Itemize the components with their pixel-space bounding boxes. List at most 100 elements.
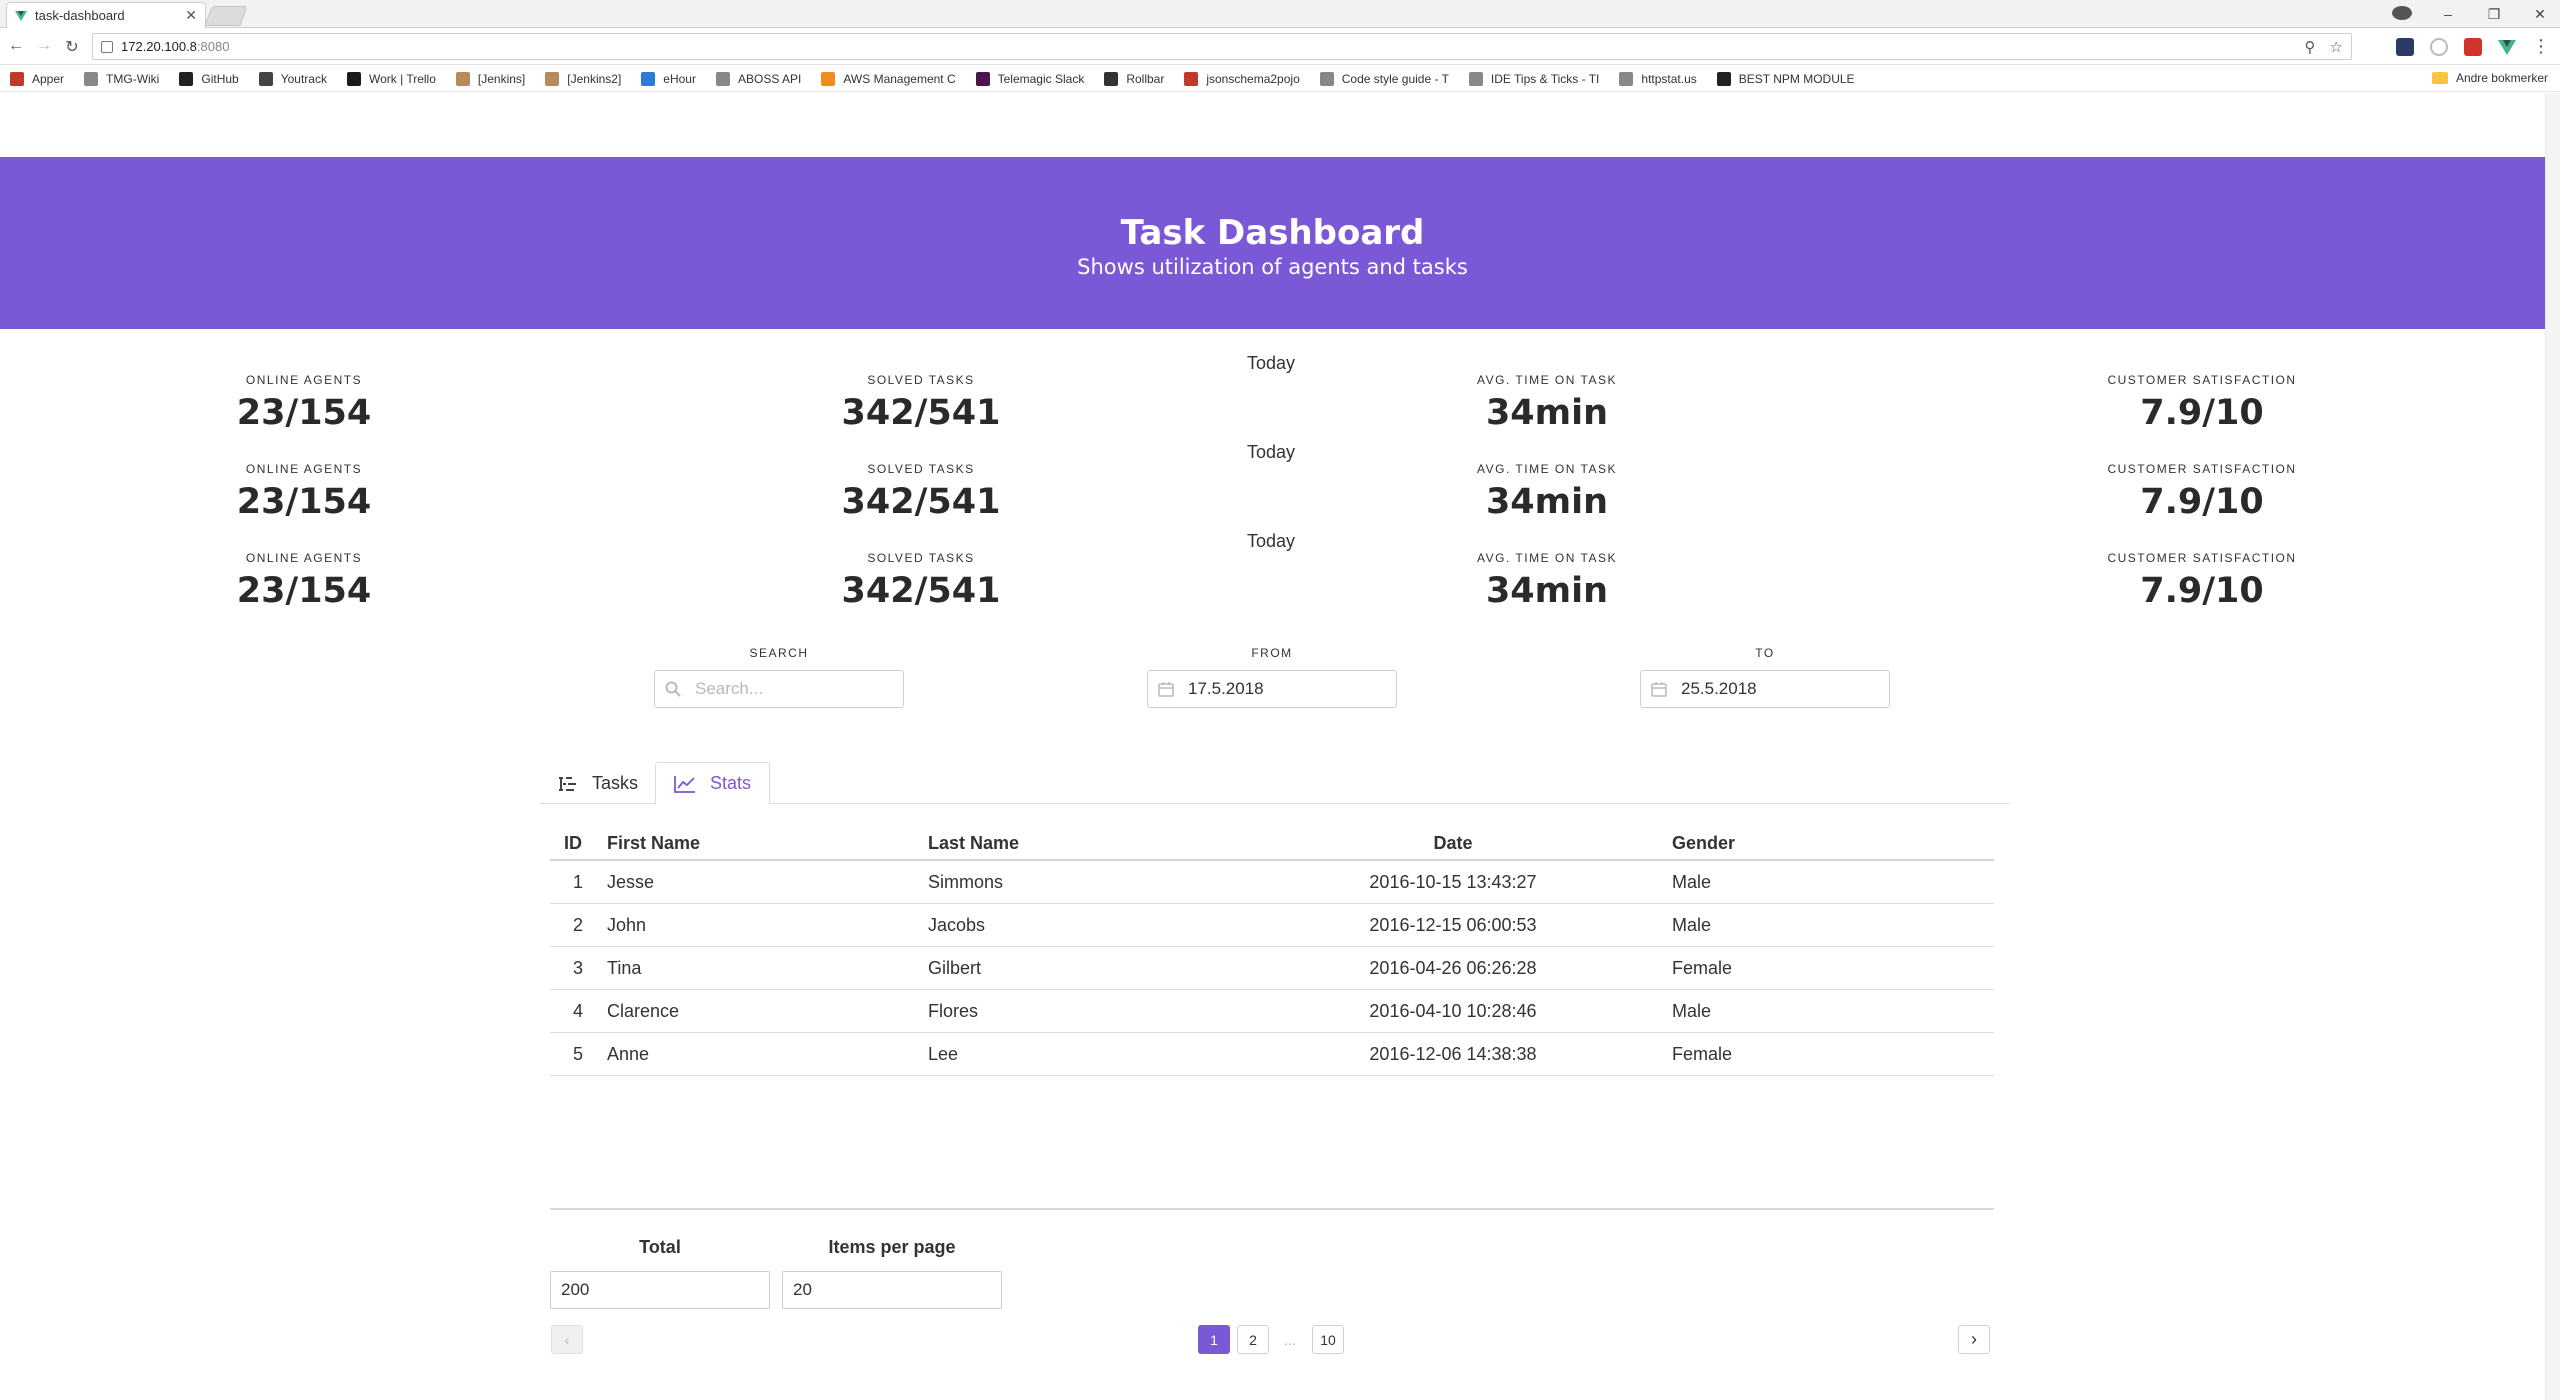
items-per-page-input[interactable]: 20 — [782, 1271, 1002, 1309]
tab-tasks[interactable]: Tasks — [540, 762, 656, 805]
cell-gender: Male — [1672, 1000, 1712, 1021]
page-button-10[interactable]: 10 — [1312, 1325, 1344, 1354]
close-tab-icon[interactable]: ✕ — [185, 7, 197, 24]
minimize-icon[interactable]: – — [2438, 6, 2458, 22]
bookmark-item[interactable]: ABOSS API — [715, 71, 801, 86]
table-row[interactable]: 1 Jesse Simmons 2016-10-15 13:43:27 Male — [550, 861, 1994, 904]
bookmark-item[interactable]: Rollbar — [1104, 71, 1164, 86]
close-window-icon[interactable]: ✕ — [2530, 6, 2550, 23]
stat-label: SOLVED TASKS — [867, 462, 975, 476]
tab-tasks-label: Tasks — [592, 773, 639, 793]
cell-gender: Female — [1672, 1043, 1733, 1064]
total-input[interactable]: 200 — [550, 1271, 770, 1309]
search-input[interactable] — [695, 679, 875, 699]
bookmark-item[interactable]: GitHub — [179, 71, 239, 86]
search-filter: SEARCH — [654, 646, 904, 708]
github-icon — [179, 71, 194, 86]
menu-kebab-icon[interactable]: ⋮ — [2532, 36, 2550, 57]
bookmarks-bar: Apper TMG-Wiki GitHub Youtrack Work | Trello… — [0, 66, 2560, 92]
prev-page-button[interactable]: ‹ — [551, 1325, 583, 1354]
search-box[interactable] — [654, 670, 904, 708]
extension-circle-icon[interactable] — [2430, 37, 2448, 56]
total-label: Total — [639, 1237, 681, 1257]
period-label: Today — [1246, 353, 1296, 373]
calendar-icon — [1158, 681, 1174, 697]
period-label: Today — [1246, 442, 1296, 462]
stat-card: ONLINE AGENTS 23/154 — [104, 551, 504, 611]
cell-date: 2016-10-15 13:43:27 — [1369, 871, 1537, 892]
other-bookmarks[interactable]: Andre bokmerker — [2431, 71, 2548, 85]
next-page-button[interactable]: › — [1958, 1325, 1990, 1354]
stat-label: ONLINE AGENTS — [245, 373, 363, 387]
back-icon[interactable]: ← — [6, 37, 26, 55]
url-field[interactable]: 172.20.100.8:8080 ⚲ ☆ — [92, 33, 2352, 60]
restore-icon[interactable]: ❐ — [2484, 6, 2504, 23]
stat-card: AVG. TIME ON TASK 34min — [1347, 462, 1747, 522]
stat-label: CUSTOMER SATISFACTION — [2107, 373, 2297, 387]
bookmark-item[interactable]: Telemagic Slack — [975, 71, 1085, 86]
tab-stats[interactable]: Stats — [655, 762, 771, 805]
bookmark-item[interactable]: AWS Management C — [821, 71, 956, 86]
col-header-first-name[interactable]: First Name — [607, 833, 928, 854]
ublock-icon[interactable] — [2464, 37, 2482, 56]
page-title: Task Dashboard — [1120, 213, 1425, 253]
from-label: FROM — [1251, 646, 1293, 660]
zoom-icon[interactable]: ⚲ — [2305, 38, 2316, 56]
bookmark-label: IDE Tips & Ticks - TI — [1490, 71, 1600, 86]
address-bar: ← → ↻ 172.20.100.8:8080 ⚲ ☆ ⋮ — [0, 29, 2560, 65]
bookmark-item[interactable]: [Jenkins2] — [545, 71, 621, 86]
extension-icon[interactable] — [2396, 37, 2414, 56]
from-date-field[interactable]: 17.5.2018 — [1147, 670, 1397, 708]
vue-logo-icon — [15, 10, 27, 21]
stat-card: AVG. TIME ON TASK 34min — [1347, 373, 1747, 433]
bookmark-item[interactable]: Work | Trello — [346, 71, 436, 86]
bookmark-item[interactable]: jsonschema2pojo — [1184, 71, 1300, 86]
url-port: :8080 — [196, 39, 230, 54]
stats-row: Today ONLINE AGENTS 23/154 SOLVED TASKS 342/… — [0, 531, 2545, 619]
bookmark-label: httpstat.us — [1641, 71, 1697, 86]
items-per-page-field: Items per page 20 — [782, 1237, 1002, 1309]
page-info-icon[interactable] — [101, 40, 113, 53]
stat-value: 34min — [1485, 482, 1609, 522]
stat-label: AVG. TIME ON TASK — [1477, 551, 1617, 565]
col-header-id[interactable]: ID — [550, 833, 607, 854]
reload-icon[interactable]: ↻ — [62, 37, 82, 57]
bookmark-item[interactable]: Youtrack — [258, 71, 327, 86]
col-header-last-name[interactable]: Last Name — [928, 833, 1306, 854]
window-controls: – ❐ ✕ — [2392, 2, 2550, 26]
vue-devtools-icon[interactable] — [2498, 37, 2516, 56]
col-header-date[interactable]: Date — [1306, 833, 1600, 854]
stat-value: 342/541 — [841, 482, 1001, 522]
page-scrollbar[interactable] — [2545, 93, 2560, 1400]
bookmark-item[interactable]: [Jenkins] — [455, 71, 525, 86]
table-row[interactable]: 4 Clarence Flores 2016-04-10 10:28:46 Male — [550, 990, 1994, 1033]
stat-value: 23/154 — [236, 571, 372, 611]
bookmark-item[interactable]: BEST NPM MODULE — [1716, 71, 1855, 86]
page-button-1[interactable]: 1 — [1198, 1325, 1230, 1354]
stat-value: 342/541 — [841, 571, 1001, 611]
bookmark-item[interactable]: TMG-Wiki — [84, 71, 159, 86]
new-tab-button[interactable] — [204, 6, 248, 26]
table-row[interactable]: 2 John Jacobs 2016-12-15 06:00:53 Male — [550, 904, 1994, 947]
bookmark-item[interactable]: httpstat.us — [1619, 71, 1697, 86]
youtrack-icon — [258, 71, 273, 86]
col-header-gender[interactable]: Gender — [1600, 833, 1994, 854]
bookmark-item[interactable]: IDE Tips & Ticks - TI — [1468, 71, 1600, 86]
forward-icon[interactable]: → — [34, 37, 54, 55]
browser-tab[interactable]: task-dashboard ✕ — [6, 2, 206, 28]
bookmark-item[interactable]: eHour — [641, 71, 696, 86]
to-date-field[interactable]: 25.5.2018 — [1640, 670, 1890, 708]
profile-icon[interactable] — [2392, 5, 2412, 23]
page-subtitle: Shows utilization of agents and tasks — [1077, 255, 1468, 279]
bookmark-label: Telemagic Slack — [997, 71, 1085, 86]
bookmark-item[interactable]: Code style guide - T — [1319, 71, 1449, 86]
cell-last-name: Gilbert — [928, 957, 982, 978]
bookmark-star-icon[interactable]: ☆ — [2330, 38, 2343, 56]
bookmark-item[interactable]: Apper — [10, 71, 64, 86]
table-row[interactable]: 5 Anne Lee 2016-12-06 14:38:38 Female — [550, 1033, 1994, 1076]
calendar-icon — [1651, 681, 1667, 697]
page-button-2[interactable]: 2 — [1237, 1325, 1269, 1354]
search-label: SEARCH — [749, 646, 809, 660]
table-row[interactable]: 3 Tina Gilbert 2016-04-26 06:26:28 Female — [550, 947, 1994, 990]
period-label: Today — [1246, 531, 1296, 551]
